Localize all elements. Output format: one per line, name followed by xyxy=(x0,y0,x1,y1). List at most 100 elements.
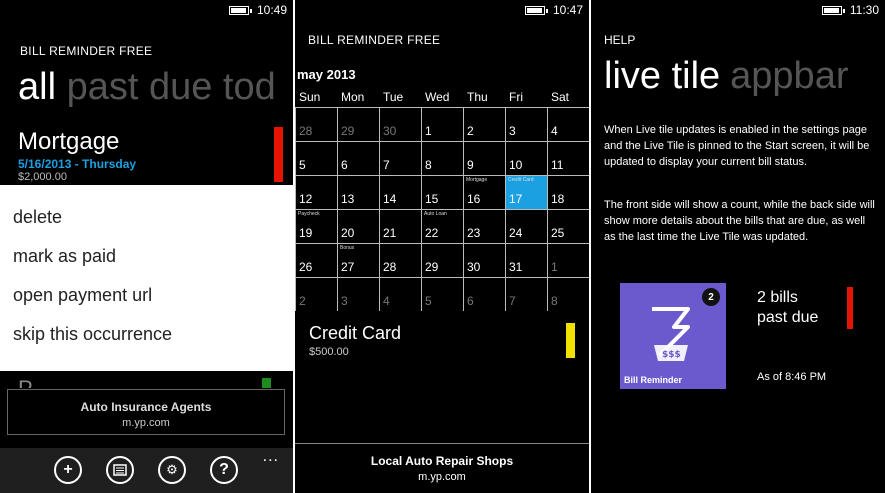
calendar-day[interactable]: 13 xyxy=(337,175,379,209)
next-bill-bar xyxy=(262,378,271,388)
weekday-label: Sat xyxy=(551,90,570,104)
calendar-day-number: 2 xyxy=(467,124,474,138)
calendar-day-number: 4 xyxy=(551,124,558,138)
calendar-day[interactable]: 6 xyxy=(463,277,505,311)
calendar-day[interactable]: 20 xyxy=(337,209,379,243)
calendar-day-number: 7 xyxy=(383,158,390,172)
calendar-day[interactable]: 1 xyxy=(547,243,589,277)
calendar-day[interactable]: 5 xyxy=(421,277,463,311)
calendar-day[interactable]: 3 xyxy=(337,277,379,311)
battery-icon xyxy=(228,5,252,15)
menu-item-mark-as-paid[interactable]: mark as paid xyxy=(13,246,116,267)
calendar-day-number: 9 xyxy=(467,158,474,172)
calendar-day[interactable]: 3 xyxy=(505,107,547,141)
calendar-day[interactable]: 11 xyxy=(547,141,589,175)
calendar-day[interactable]: 8 xyxy=(547,277,589,311)
calendar-day[interactable]: 7 xyxy=(379,141,421,175)
help-paragraph-2: The front side will show a count, while … xyxy=(604,199,875,243)
calendar-day[interactable]: Auto Loan 22 xyxy=(421,209,463,243)
calendar-day[interactable]: 24 xyxy=(505,209,547,243)
calendar-day[interactable]: 9 xyxy=(463,141,505,175)
battery-icon xyxy=(821,5,845,15)
calendar-day[interactable]: 15 xyxy=(421,175,463,209)
calendar-day[interactable]: Mortgage 16 xyxy=(463,175,505,209)
calendar-day-bill-tag: Auto Loan xyxy=(424,211,447,217)
calendar-day-number: 15 xyxy=(425,192,439,206)
pivot-tab-live-tile[interactable]: live tile xyxy=(604,55,720,97)
more-menu-icon[interactable]: ... xyxy=(263,448,279,466)
calendar-day[interactable]: 25 xyxy=(547,209,589,243)
calendar-day[interactable]: 8 xyxy=(421,141,463,175)
bill-name[interactable]: Mortgage xyxy=(18,128,119,156)
calendar-day[interactable]: Bonus 27 xyxy=(337,243,379,277)
settings-icon[interactable]: ⚙ xyxy=(158,456,186,484)
calendar-day[interactable]: 28 xyxy=(295,107,337,141)
pivot-tab-appbar[interactable]: appbar xyxy=(730,55,848,97)
calendar-day-number: 31 xyxy=(509,260,523,274)
calendar-day-number: 22 xyxy=(425,226,439,240)
calendar-day[interactable]: 7 xyxy=(505,277,547,311)
calendar-day-number: 23 xyxy=(467,226,481,240)
context-menu: delete mark as paid open payment url ski… xyxy=(0,185,293,371)
calendar-day-number: 14 xyxy=(383,192,397,206)
calendar-day[interactable]: 21 xyxy=(379,209,421,243)
calendar-day-number: 10 xyxy=(509,158,523,172)
calendar-day[interactable]: 30 xyxy=(463,243,505,277)
calendar-day[interactable]: 2 xyxy=(463,107,505,141)
help-icon[interactable]: ? xyxy=(210,456,238,484)
calendar-day-number: 26 xyxy=(299,260,313,274)
next-bill-name-partial[interactable]: P xyxy=(18,376,33,388)
add-icon[interactable]: + xyxy=(54,456,82,484)
calendar-day[interactable]: 30 xyxy=(379,107,421,141)
calendar-day[interactable]: 29 xyxy=(421,243,463,277)
calendar-day[interactable]: 5 xyxy=(295,141,337,175)
calendar-day[interactable]: 31 xyxy=(505,243,547,277)
calendar-day[interactable]: 1 xyxy=(421,107,463,141)
ad-title: Auto Insurance Agents xyxy=(80,400,212,414)
pivot-tab-all[interactable]: all xyxy=(18,66,56,108)
calendar-day[interactable]: 26 xyxy=(295,243,337,277)
calendar-day[interactable]: 28 xyxy=(379,243,421,277)
menu-item-skip-occurrence[interactable]: skip this occurrence xyxy=(13,324,172,345)
status-bar-yellow xyxy=(566,323,575,358)
calendar-day[interactable]: 6 xyxy=(337,141,379,175)
calendar-day[interactable]: 10 xyxy=(505,141,547,175)
calendar-day[interactable]: 4 xyxy=(547,107,589,141)
calendar-day-number: 2 xyxy=(299,294,306,308)
calendar-day-number: 4 xyxy=(383,294,390,308)
live-tile-updated-time: As of 8:46 PM xyxy=(757,371,827,383)
calendar-day-number: 6 xyxy=(341,158,348,172)
pivot-tab-past-due[interactable]: past due tod xyxy=(67,66,276,108)
calendar-day[interactable]: 18 xyxy=(547,175,589,209)
app-bar: + ⚙ ? ... xyxy=(0,448,293,493)
calendar-day-number: 29 xyxy=(341,124,355,138)
weekday-label: Wed xyxy=(425,90,450,104)
ad-banner[interactable]: Local Auto Repair Shops m.yp.com xyxy=(295,443,589,493)
calendar-day[interactable]: 29 xyxy=(337,107,379,141)
selected-bill-name[interactable]: Credit Card xyxy=(309,323,401,344)
calendar-day-number: 27 xyxy=(341,260,355,274)
calendar-day-number: 7 xyxy=(509,294,516,308)
calendar-day-bill-tag: Paycheck xyxy=(298,211,320,217)
calendar-day-selected[interactable]: Credit Card 17 xyxy=(505,175,547,209)
calendar-day[interactable]: 2 xyxy=(295,277,337,311)
screen-bill-list: 10:49 BILL REMINDER FREE all past due to… xyxy=(0,0,293,493)
calendar-icon[interactable] xyxy=(106,456,134,484)
calendar-day[interactable]: 14 xyxy=(379,175,421,209)
calendar-day-number: 13 xyxy=(341,192,355,206)
battery-icon xyxy=(524,5,548,15)
calendar-day[interactable]: 4 xyxy=(379,277,421,311)
calendar-day[interactable]: 12 xyxy=(295,175,337,209)
clock: 10:49 xyxy=(256,3,287,17)
calendar-day[interactable]: 23 xyxy=(463,209,505,243)
menu-item-open-payment-url[interactable]: open payment url xyxy=(13,285,152,306)
calendar-day-number: 1 xyxy=(425,124,432,138)
calendar-day-number: 28 xyxy=(383,260,397,274)
ad-url: m.yp.com xyxy=(122,417,170,429)
ad-banner[interactable]: Auto Insurance Agents m.yp.com xyxy=(7,389,285,435)
status-bar: 10:47 xyxy=(524,0,589,20)
menu-item-delete[interactable]: delete xyxy=(13,207,62,228)
calendar-day[interactable]: Paycheck 19 xyxy=(295,209,337,243)
calendar-day-number: 29 xyxy=(425,260,439,274)
status-bar-red xyxy=(847,287,853,329)
